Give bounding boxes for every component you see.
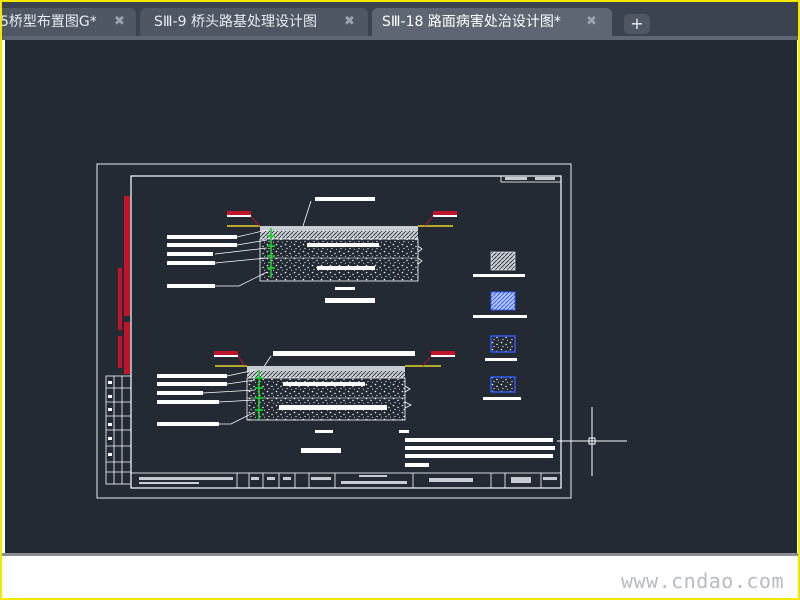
plus-icon[interactable]: + (624, 14, 650, 34)
red-binding-marks (118, 196, 130, 374)
material-legend (473, 251, 527, 400)
left-title-block (105, 375, 132, 485)
tab-label: SⅢ-9 桥头路基处理设计图 (154, 14, 317, 30)
cad-drawing (96, 163, 627, 499)
crosshair-icon (557, 407, 627, 476)
tab-pavement-repair[interactable]: SⅢ-18 路面病害处治设计图* ✖ (372, 8, 612, 36)
close-icon[interactable]: ✖ (344, 8, 355, 36)
tab-label: SⅢ-18 路面病害处治设计图* (382, 14, 561, 30)
tab-bridge-layout[interactable]: 5桥型布置图G* ✖ (2, 8, 136, 36)
close-icon[interactable]: ✖ (586, 8, 597, 36)
lower-pavement-section (157, 351, 455, 453)
upper-pavement-section (167, 197, 457, 303)
document-tab-bar: 5桥型布置图G* ✖ SⅢ-9 桥头路基处理设计图 ✖ SⅢ-18 路面病害处治… (2, 2, 798, 36)
tab-label: 5桥型布置图G* (2, 14, 97, 30)
bottom-title-block (130, 472, 562, 489)
drawing-canvas[interactable] (5, 40, 797, 554)
drawing-notes (405, 438, 555, 467)
watermark: www.cndao.com (620, 569, 784, 593)
status-divider (2, 553, 798, 556)
close-icon[interactable]: ✖ (114, 8, 125, 36)
tab-bridgehead-subgrade[interactable]: SⅢ-9 桥头路基处理设计图 ✖ (140, 8, 368, 36)
